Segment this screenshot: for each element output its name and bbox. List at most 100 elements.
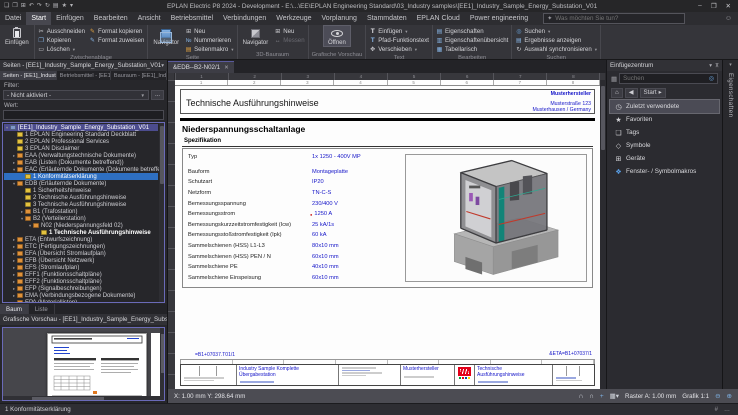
menu-tab[interactable]: EPLAN Cloud (412, 12, 465, 25)
move-button[interactable]: Verschieben (369, 46, 429, 54)
menu-tab[interactable]: Power engineering (465, 12, 533, 25)
navigator-tab[interactable]: Bauraum - [EE1]_Indust... (111, 71, 167, 80)
graphical-preview[interactable] (2, 327, 165, 401)
format-copy-button[interactable]: Format kopieren (89, 28, 144, 36)
tree-item[interactable]: ▾ EDB (Erläuternde Dokumente) (4, 180, 158, 187)
space3d-new-button[interactable]: Neu (274, 28, 304, 36)
tree-item[interactable]: 2 EPLAN Professional Services (4, 138, 158, 145)
preview-page-thumbnail[interactable] (47, 333, 147, 399)
tree-item[interactable]: ▸ B1 (Trafostation) (4, 208, 158, 215)
insert-center-search-input[interactable] (623, 75, 707, 82)
tree-item[interactable]: ▸ ETC (Fertigungszeichnungen) (4, 243, 158, 250)
menu-tab[interactable]: Werkzeuge (271, 12, 316, 25)
navigator-tab[interactable]: Seiten - [EE1]_Industry_... (0, 71, 57, 80)
tree-item[interactable]: ▸ EMA (Verbindungsbezogene Dokumente) (4, 292, 158, 299)
menu-tab[interactable]: Start (26, 12, 51, 25)
insert-center-item[interactable]: Fenster- / Symbolmakros (610, 165, 719, 178)
tell-me-search-input[interactable] (555, 15, 681, 22)
paste-button[interactable]: Einfügen (3, 26, 31, 46)
text-insert-button[interactable]: Einfügen (369, 28, 429, 36)
tree-item[interactable]: 1 EPLAN Engineering Standard Deckblatt (4, 131, 158, 138)
snap-icon[interactable]: ∩ (578, 393, 583, 400)
page-navigator-button[interactable]: Navigator (151, 26, 181, 46)
space3d-navigator-button[interactable]: Navigator (241, 26, 271, 46)
home-icon[interactable]: ⌂ (611, 88, 623, 98)
view-tab[interactable]: Baum (0, 304, 29, 314)
tree-item[interactable]: ▾ [EE1]_Industry_Sample_Energy_Substatio… (4, 124, 158, 131)
sync-selection-button[interactable]: Auswahl synchronisieren (515, 46, 597, 54)
tree-item[interactable]: ▸ EPA (Materiallisten) (4, 299, 158, 303)
tree-item[interactable]: 2 Technische Ausführungshinweise (4, 194, 158, 201)
object-snap-icon[interactable]: ∩ (589, 393, 594, 400)
tree-item[interactable]: 1 Sicherheitshinweise (4, 187, 158, 194)
zoom-in-icon[interactable]: ⊕ (727, 392, 732, 400)
undo-icon[interactable]: ↶ (29, 0, 34, 12)
grid-toggle-icon[interactable]: # (715, 407, 718, 413)
search-button[interactable]: Suchen (515, 28, 597, 36)
drawing-page[interactable]: 12345678 Technische Ausführungshinweise … (175, 80, 600, 389)
tabular-button[interactable]: Tabellarisch (436, 46, 508, 54)
close-icon[interactable]: ✕ (726, 2, 731, 10)
properties-vertical-tab[interactable]: Eigenschaften (727, 73, 734, 117)
menu-tab[interactable]: Vorplanung (317, 12, 362, 25)
account-icon[interactable]: ☺ (725, 12, 738, 25)
panel-menu-icon[interactable]: ▾ (161, 63, 164, 69)
tree-item[interactable]: ▸ EAA (Verwaltungstechnische Dokumente) (4, 152, 158, 159)
menu-tab[interactable]: Bearbeiten (89, 12, 133, 25)
maximize-icon[interactable]: ❐ (711, 2, 717, 10)
menu-tab[interactable]: Datei (0, 12, 26, 25)
tree-item[interactable]: ▸ EAB (Listen (Dokumente betreffend)) (4, 159, 158, 166)
more-icon[interactable]: … (724, 407, 730, 413)
refresh-icon[interactable]: ↻ (45, 0, 50, 12)
menu-tab[interactable]: Einfügen (51, 12, 89, 25)
navigator-tab[interactable]: Betriebsmittel - [EE1]_I... (57, 71, 111, 80)
insert-center-item[interactable]: Favoriten (610, 113, 719, 126)
tell-me-search[interactable]: ✦ (543, 13, 685, 24)
page-new-button[interactable]: Neu (185, 28, 233, 36)
format-assign-button[interactable]: Format zuweisen (89, 37, 144, 45)
grid-plus-icon[interactable]: + (600, 393, 604, 400)
new-icon[interactable]: ❏ (4, 0, 9, 12)
cut-button[interactable]: Ausschneiden (38, 28, 85, 36)
page-macro-button[interactable]: Seitenmakro (185, 46, 233, 54)
menu-tab[interactable]: Stammdaten (362, 12, 412, 25)
tree-item[interactable]: ▸ EFS (Stromlaufplan) (4, 264, 158, 271)
tree-item[interactable]: ▸ ETA (Entwurfszeichnung) (4, 236, 158, 243)
filter-more-button[interactable]: ... (151, 90, 164, 100)
breadcrumb[interactable]: Start▸ (640, 88, 666, 98)
list-icon[interactable]: ▤ (53, 0, 59, 12)
measure-button[interactable]: Messen (274, 37, 304, 45)
tree-scrollbar[interactable] (159, 123, 164, 302)
save-icon[interactable]: ⊞ (21, 0, 26, 12)
tree-item[interactable]: ▸ EFF2 (Funktionsschaltpläne) (4, 278, 158, 285)
tree-item[interactable]: ▸ EFA (Übersicht Stromlaufplan) (4, 250, 158, 257)
menu-tab[interactable]: Verbindungen (218, 12, 271, 25)
insert-center-item[interactable]: Symbole (610, 139, 719, 152)
back-icon[interactable]: ◀ (625, 88, 638, 98)
grid-icon[interactable]: ▦▾ (610, 392, 619, 400)
show-results-button[interactable]: Ergebnisse anzeigen (515, 37, 597, 45)
cross-reference-left[interactable]: =B1+07037.T01/1 (195, 352, 235, 358)
preview-open-button[interactable]: Öffnen (324, 26, 350, 46)
preview-vscrollbar[interactable] (160, 328, 164, 400)
tree-item[interactable]: ▾ N02 (Niederspannungsfeld 02) (4, 222, 158, 229)
view-tab[interactable]: Liste (29, 304, 55, 314)
tree-item[interactable]: ▾ EAC (Erläuternde Dokumente (Dokumente … (4, 166, 158, 173)
insert-center-item[interactable]: Zuletzt verwendete (610, 100, 719, 113)
wert-field[interactable] (3, 110, 164, 120)
tree-item[interactable]: 1 Konformitätserklärung (4, 173, 158, 180)
document-tab[interactable]: &EDB--B2-N02/1 ✕ (168, 61, 234, 73)
path-function-text-button[interactable]: Pfad-Funktionstext (369, 37, 429, 45)
tree-item[interactable]: 3 Technische Ausführungshinweise (4, 201, 158, 208)
pin-icon[interactable]: ⊼ (715, 63, 719, 69)
page-number-button[interactable]: Nummerieren (185, 37, 233, 45)
insert-center-item[interactable]: Tags (610, 126, 719, 139)
preview-hscrollbar[interactable] (3, 396, 164, 400)
tree-item[interactable]: ▸ EFF1 (Funktionsschaltpläne) (4, 271, 158, 278)
properties-overview-button[interactable]: Eigenschaftenübersicht (436, 37, 508, 45)
open-icon[interactable]: ❐ (12, 0, 17, 12)
tree-item[interactable]: 3 EPLAN Disclaimer (4, 145, 158, 152)
properties-button[interactable]: Eigenschaften (436, 28, 508, 36)
tree-item[interactable]: ▸ EFB (Übersicht Netzwerk) (4, 257, 158, 264)
insert-center-item[interactable]: Geräte (610, 152, 719, 165)
